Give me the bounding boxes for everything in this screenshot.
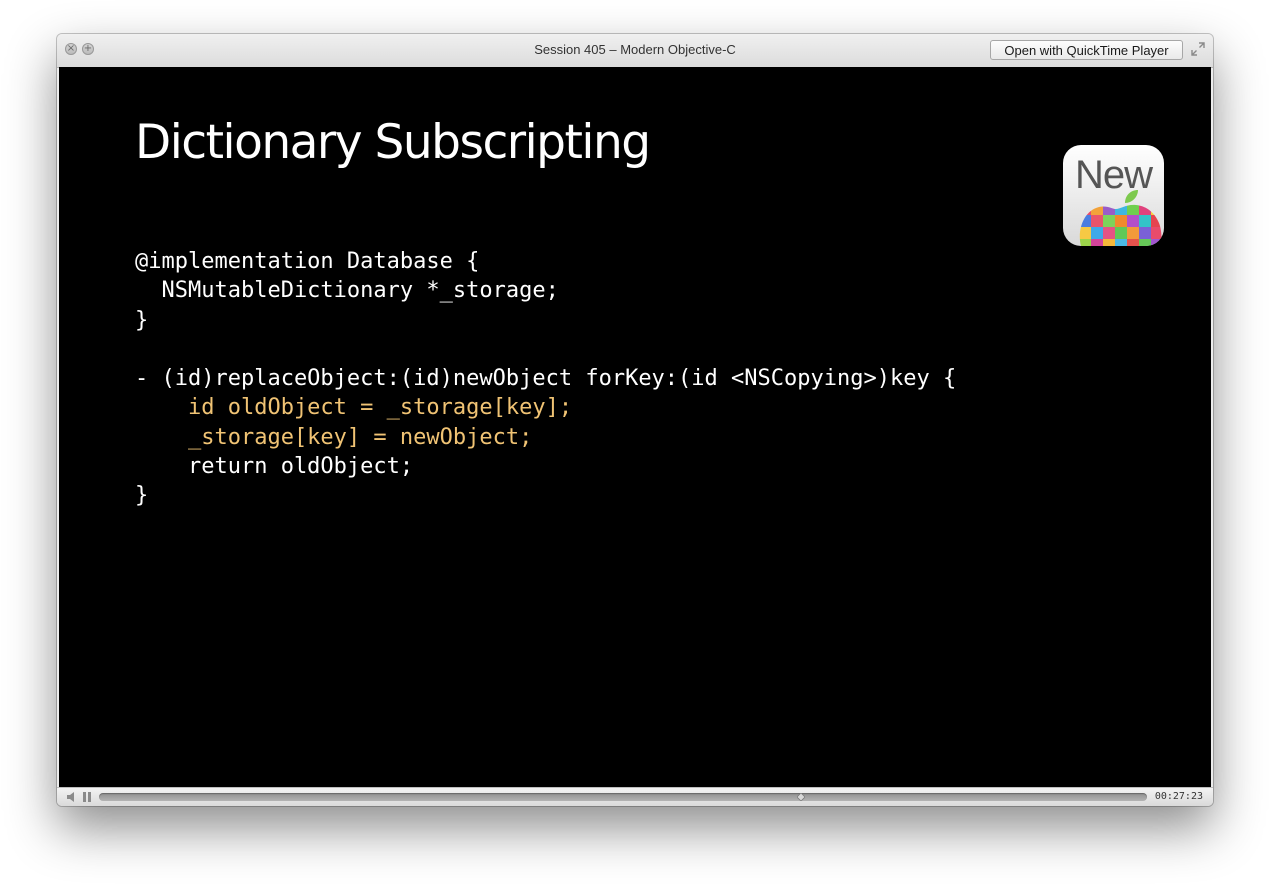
- code-line: _storage[key] = newObject;: [135, 424, 533, 450]
- video-frame[interactable]: Dictionary Subscripting New @implementat…: [59, 67, 1211, 787]
- code-line: }: [135, 307, 149, 333]
- code-line: NSMutableDictionary *_storage;: [135, 278, 559, 304]
- title-bar: × + Session 405 – Modern Objective-C Ope…: [57, 34, 1213, 68]
- code-block: @implementation Database { NSMutableDict…: [135, 247, 956, 511]
- playhead-icon[interactable]: [797, 793, 806, 801]
- open-with-quicktime-button[interactable]: Open with QuickTime Player: [990, 40, 1183, 60]
- progress-scrubber[interactable]: [99, 793, 1147, 801]
- code-line: id oldObject = _storage[key];: [135, 395, 573, 421]
- code-line: - (id)replaceObject:(id)newObject forKey…: [135, 366, 957, 392]
- code-line: @implementation Database {: [135, 249, 480, 274]
- pause-icon[interactable]: [82, 792, 92, 802]
- fullscreen-icon[interactable]: [1191, 42, 1205, 56]
- slide-title: Dictionary Subscripting: [135, 115, 651, 170]
- quicktime-window: × + Session 405 – Modern Objective-C Ope…: [57, 34, 1213, 806]
- volume-icon[interactable]: [66, 791, 76, 803]
- code-line: }: [135, 483, 149, 509]
- playback-controls: 00:27:23: [57, 787, 1213, 806]
- apple-logo-icon: [1079, 190, 1162, 246]
- new-badge: New: [1063, 145, 1164, 246]
- code-line: return oldObject;: [135, 454, 414, 480]
- timecode: 00:27:23: [1154, 791, 1203, 802]
